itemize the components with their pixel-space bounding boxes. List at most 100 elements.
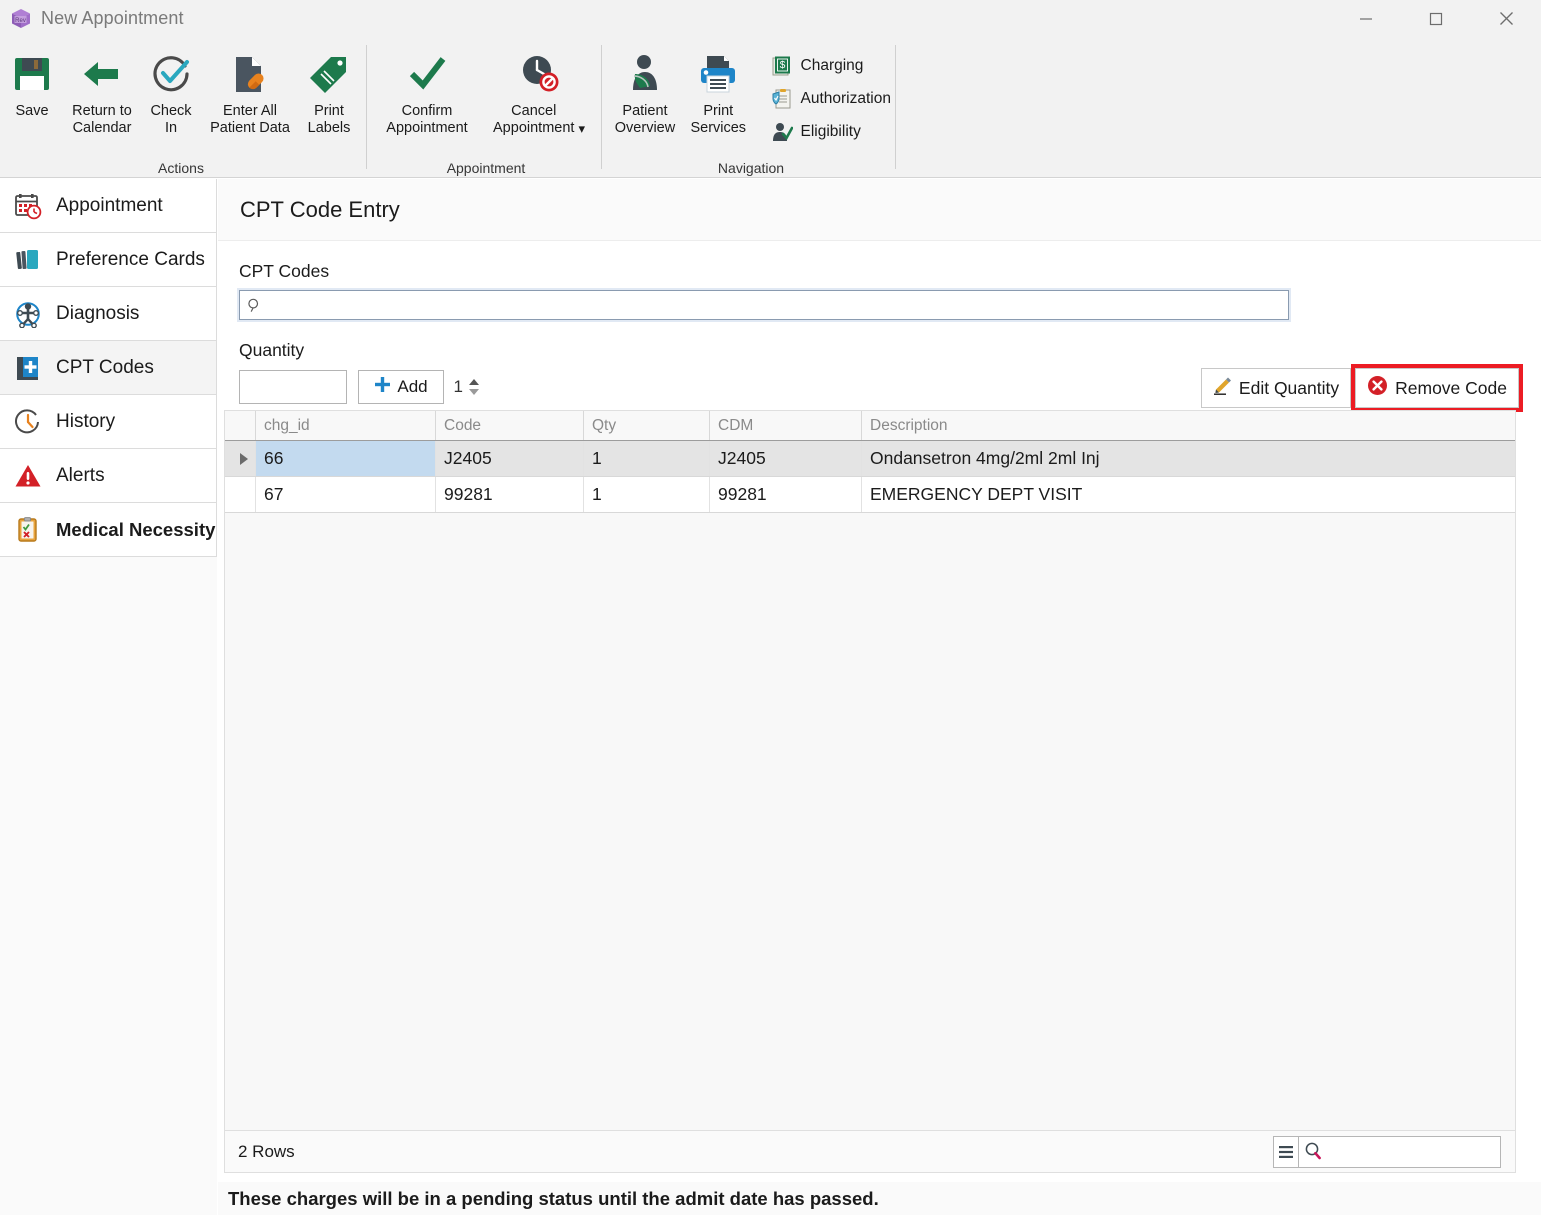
charging-label: Charging (800, 56, 864, 74)
person-circle-icon (13, 299, 43, 329)
green-checkmark-icon (405, 47, 449, 101)
grid-search-input[interactable] (1323, 1137, 1526, 1166)
print-services-button[interactable]: Print Services (683, 43, 754, 137)
grid-header-indicator (225, 411, 255, 440)
close-icon[interactable] (1471, 0, 1541, 37)
spinner-up-icon[interactable] (469, 379, 479, 385)
cell-chg-id[interactable]: 67 (255, 477, 435, 512)
eligibility-button[interactable]: Eligibility (766, 115, 895, 148)
hamburger-menu-icon[interactable] (1273, 1135, 1299, 1168)
cell-qty[interactable]: 1 (583, 441, 709, 476)
cell-code[interactable]: 99281 (435, 477, 583, 512)
eligibility-label: Eligibility (800, 122, 861, 140)
app-cube-icon: Rev (10, 8, 32, 30)
remove-code-label: Remove Code (1395, 377, 1507, 398)
cell-qty[interactable]: 1 (583, 477, 709, 512)
cancel-appointment-button[interactable]: Cancel Appointment ▾ (480, 43, 598, 137)
clipboard-shield-icon (770, 87, 794, 111)
cpt-codes-grid[interactable]: chg_id Code Qty CDM Description 66 J2405… (224, 410, 1516, 1131)
printer-icon (696, 47, 740, 101)
grid-header-row: chg_id Code Qty CDM Description (225, 411, 1515, 441)
table-row[interactable]: 67 99281 1 99281 EMERGENCY DEPT VISIT (225, 477, 1515, 513)
remove-code-highlight: Remove Code (1351, 364, 1523, 412)
cancel-appointment-label: Cancel Appointment (493, 103, 575, 136)
quantity-stepper[interactable] (239, 370, 479, 404)
save-button[interactable]: Save (0, 43, 64, 120)
row-selector-triangle-icon (240, 452, 248, 465)
floppy-disk-save-icon (10, 47, 54, 101)
authorization-button[interactable]: Authorization (766, 82, 895, 115)
ribbon-group-appointment: Confirm Appointment Cancel Appointment▾ (372, 37, 600, 178)
quantity-label: Quantity (239, 340, 305, 360)
ribbon-divider (366, 45, 367, 169)
check-circle-icon (149, 47, 193, 101)
cpt-codes-search-field[interactable] (239, 290, 1289, 320)
sidebar-item-history[interactable]: History (0, 395, 217, 449)
cell-description[interactable]: EMERGENCY DEPT VISIT (861, 477, 1515, 512)
sidebar-item-appointment[interactable]: Appointment (0, 179, 217, 233)
grid-toolbar: Edit Quantity Remove Code (1200, 364, 1523, 412)
remove-code-button[interactable]: Remove Code (1355, 368, 1519, 408)
edit-quantity-button[interactable]: Edit Quantity (1200, 368, 1352, 408)
window-titlebar: Rev New Appointment (0, 0, 1541, 37)
plus-icon (374, 376, 391, 398)
sidebar-item-diagnosis[interactable]: Diagnosis (0, 287, 217, 341)
ribbon-group-actions: Save Return to Calendar Check In Enter A… (0, 37, 362, 178)
clock-deny-icon (517, 47, 561, 101)
table-row[interactable]: 66 J2405 1 J2405 Ondansetron 4mg/2ml 2ml… (225, 441, 1515, 477)
add-button[interactable]: Add (358, 370, 444, 404)
svg-text:Rev: Rev (15, 18, 26, 24)
ribbon-group-navigation-title: Navigation (717, 160, 785, 176)
sidebar-item-preference-cards[interactable]: Preference Cards (0, 233, 217, 287)
enter-all-patient-data-button[interactable]: Enter All Patient Data (202, 43, 298, 137)
grid-header-code[interactable]: Code (435, 411, 583, 440)
search-magnifier-icon (1304, 1142, 1323, 1161)
grid-header-qty[interactable]: Qty (583, 411, 709, 440)
return-to-calendar-button[interactable]: Return to Calendar (64, 43, 140, 137)
sidebar-item-history-label: History (56, 410, 116, 432)
cpt-codes-search-input[interactable] (262, 292, 1288, 318)
ribbon-toolbar: Save Return to Calendar Check In Enter A… (0, 37, 1541, 178)
patient-overview-label: Patient Overview (614, 103, 676, 136)
pencil-edit-icon (1213, 376, 1232, 400)
search-magnifier-icon (247, 298, 262, 313)
confirm-appointment-button[interactable]: Confirm Appointment (374, 43, 480, 137)
print-labels-label: Print Labels (307, 103, 351, 136)
page-header (218, 179, 1541, 241)
charging-button[interactable]: $ Charging (766, 49, 895, 82)
grid-header-cdm[interactable]: CDM (709, 411, 861, 440)
cell-description[interactable]: Ondansetron 4mg/2ml 2ml Inj (861, 441, 1515, 476)
spinner-down-icon[interactable] (469, 389, 479, 395)
cell-cdm[interactable]: 99281 (709, 477, 861, 512)
minimize-icon[interactable] (1331, 0, 1401, 37)
sidebar-item-alerts[interactable]: Alerts (0, 449, 217, 503)
print-labels-button[interactable]: Print Labels (298, 43, 360, 137)
cell-cdm[interactable]: J2405 (709, 441, 861, 476)
maximize-icon[interactable] (1401, 0, 1471, 37)
cell-chg-id[interactable]: 66 (255, 441, 435, 476)
patient-overview-button[interactable]: Patient Overview (607, 43, 683, 137)
cell-code[interactable]: J2405 (435, 441, 583, 476)
sidebar-item-medical-necessity[interactable]: Medical Necessity (0, 503, 217, 557)
sidebar-item-cpt-codes[interactable]: CPT Codes (0, 341, 217, 395)
document-pill-icon (228, 47, 272, 101)
ribbon-group-appointment-title: Appointment (446, 160, 526, 176)
book-plus-icon (13, 353, 43, 383)
print-services-label: Print Services (690, 103, 747, 136)
grid-search-field[interactable] (1299, 1135, 1526, 1168)
cpt-codes-label: CPT Codes (239, 261, 330, 281)
cards-icon (13, 245, 43, 275)
warning-triangle-icon (13, 461, 43, 491)
ribbon-divider-3 (895, 45, 896, 169)
check-in-label: Check In (150, 103, 192, 136)
grid-header-description[interactable]: Description (861, 411, 1515, 440)
grid-header-chg-id[interactable]: chg_id (255, 411, 435, 440)
chevron-down-icon[interactable]: ▾ (578, 120, 585, 137)
sidebar-item-preference-cards-label: Preference Cards (56, 248, 205, 270)
check-in-button[interactable]: Check In (140, 43, 202, 137)
sidebar-item-alerts-label: Alerts (56, 464, 105, 486)
row-count-label: 2 Rows (238, 1141, 295, 1161)
patient-sling-icon (623, 47, 667, 101)
sidebar: Appointment Preference Cards Diagnosis C… (0, 179, 217, 1215)
money-bill-icon: $ (770, 54, 794, 78)
